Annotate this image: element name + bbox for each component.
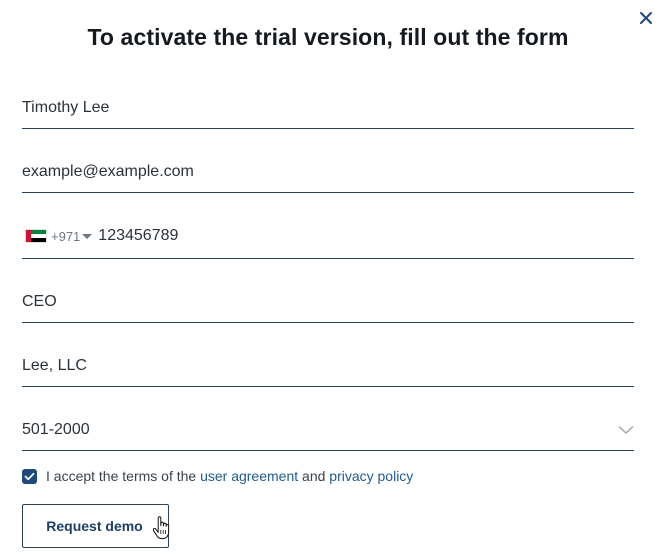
name-field-wrapper: [22, 96, 634, 129]
consent-middle: and: [298, 468, 330, 484]
consent-prefix: I accept the terms of the: [46, 468, 201, 484]
company-input[interactable]: [22, 354, 634, 378]
dial-code: +971: [51, 228, 81, 244]
dialog-title: To activate the trial version, fill out …: [87, 24, 569, 50]
company-size-select[interactable]: 501-2000: [22, 418, 634, 442]
request-demo-button[interactable]: Request demo: [22, 504, 169, 548]
email-input[interactable]: [22, 160, 634, 184]
company-size-field-wrapper: 501-2000: [22, 418, 634, 451]
checkmark-icon: [24, 472, 35, 480]
chevron-down-icon: [618, 426, 634, 434]
position-field-wrapper: [22, 290, 634, 323]
company-field-wrapper: [22, 354, 634, 387]
uae-flag-icon: [26, 230, 46, 242]
country-code-selector[interactable]: +971: [26, 228, 93, 244]
privacy-policy-link[interactable]: privacy policy: [329, 468, 413, 484]
company-size-value: 501-2000: [22, 421, 90, 438]
consent-text: I accept the terms of the user agreement…: [46, 468, 413, 484]
phone-input[interactable]: [98, 224, 634, 248]
caret-down-icon: [82, 233, 93, 239]
email-field-wrapper: [22, 160, 634, 193]
position-input[interactable]: [22, 290, 634, 314]
consent-row: I accept the terms of the user agreement…: [22, 468, 413, 484]
user-agreement-link[interactable]: user agreement: [200, 468, 298, 484]
phone-field-wrapper: +971: [22, 224, 634, 259]
consent-checkbox[interactable]: [22, 468, 37, 484]
name-input[interactable]: [22, 96, 634, 120]
